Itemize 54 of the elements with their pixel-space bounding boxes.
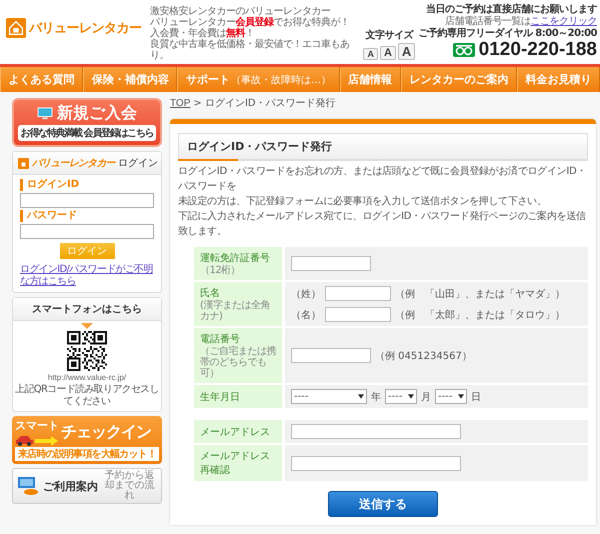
instruction-text: ログインID・パスワードをお忘れの方、または店頭などで既に会員登録がお済でログインID・パスワードを [178, 164, 588, 194]
example-text: （例 「太郎」、または「タロウ」） [395, 308, 565, 322]
text-size-label: 文字サイズ [366, 30, 414, 42]
field-note: (漢字または全角カナ) [200, 300, 271, 322]
join-subtitle: お得な特典満載 会員登録はこちら [18, 125, 156, 141]
checkin-note: 来店時の説明事項を大幅カット！ [15, 447, 159, 461]
field-label: メールアドレス再確認 [200, 450, 271, 477]
brand-text: バリューレンタカー [32, 157, 115, 170]
text-size-button[interactable]: A [380, 46, 396, 60]
panel-title: スマートフォンはこちら [32, 303, 142, 316]
name-part-label: （姓） [291, 288, 321, 300]
dropdown[interactable]: ---- [385, 389, 417, 404]
field-note: （12桁） [200, 265, 242, 276]
instruction-text: 下記に入力されたメールアドレス宛てに、ログインID・パスワード発行ページのご案内を送信致します。 [178, 210, 587, 239]
phone-number: 0120-220-188 [478, 40, 597, 60]
tagline-text: バリューレンタカー会員登録でお得な特典が！ [150, 17, 350, 28]
field-label: 電話番号 [200, 332, 241, 346]
join-banner[interactable]: 新規ご入会 お得な特典満載 会員登録はこちら [14, 100, 160, 145]
checkin-title: スマート [15, 418, 59, 433]
name-part-label: （名） [291, 308, 321, 322]
join-title: 新規ご入会 [57, 103, 137, 124]
guide-title: ご利用案内 [43, 478, 98, 494]
tagline-text: 激安格安レンタカーのバリューレンタカー [150, 6, 332, 17]
form-title: ログインID・パスワード発行 [178, 133, 588, 161]
instruction-text: 未設定の方は、下記登録フォームに必要事項を入力して送信ボタンを押して下さい。 [178, 194, 548, 209]
tagline-text: 入会費・年会費は無料！ [150, 28, 256, 39]
url-text: http://www.value-rc.jp/ [48, 373, 126, 382]
dropdown[interactable]: ---- [291, 389, 367, 404]
dial-label: ご予約専用フリーダイヤル 8:00～20:00 [418, 28, 597, 40]
dropdown[interactable]: ---- [435, 389, 467, 404]
example-text: （例 0451234567） [375, 350, 472, 362]
submit-button[interactable]: 送信する [328, 491, 438, 517]
field-label: 氏名 [200, 286, 221, 300]
notice-text: 当日のご予約は直接店舗にお願いします [426, 4, 597, 16]
help-link[interactable]: ログインID/パスワードがご不明な方はこちら [20, 264, 154, 288]
tagline-text: 良質な中古車を低価格・最安値で！エコ車もあり。 [150, 39, 350, 61]
field-note: （ご自宅または携帯のどちらでも可） [200, 346, 276, 379]
date-unit: 月 [421, 390, 431, 404]
example-text: （例 「山田」、または「ヤマダ」） [395, 288, 565, 300]
text-size-button[interactable]: A [398, 43, 416, 60]
field-label: メールアドレス [200, 426, 271, 438]
date-unit: 日 [471, 390, 481, 404]
qr-note: 上記QRコード読み取りアクセスしてください [15, 384, 159, 408]
store-phone-text: 店舗電話番号一覧はここをクリック [445, 16, 597, 28]
date-unit: 年 [371, 390, 381, 404]
field-label: 生年月日 [200, 390, 241, 404]
text-size-button[interactable]: A [363, 48, 378, 60]
breadcrumb-current: > ログインID・パスワード発行 [193, 98, 336, 110]
store-phone-link[interactable]: ここをクリック [530, 16, 597, 27]
checkin-title: チェックイン [61, 422, 151, 442]
breadcrumb-link[interactable]: TOP [170, 98, 190, 110]
guide-subtitle: 予約から返却までの流れ [104, 471, 156, 501]
login-title: ログイン [118, 157, 158, 170]
field-label: 運転免許証番号 [200, 252, 271, 264]
